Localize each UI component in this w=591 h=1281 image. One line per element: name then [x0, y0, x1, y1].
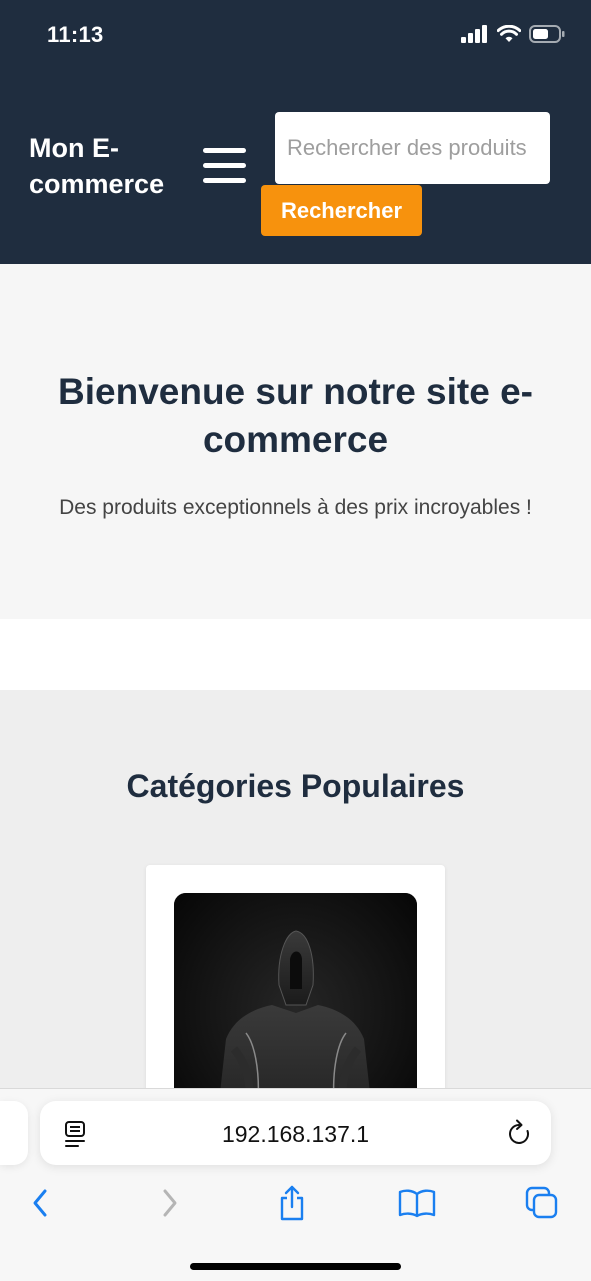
status-time: 11:13	[47, 22, 104, 47]
reload-icon[interactable]	[507, 1119, 531, 1147]
forward-icon[interactable]	[149, 1183, 189, 1223]
tabs-icon[interactable]	[522, 1183, 562, 1223]
search-input[interactable]	[275, 112, 550, 184]
wifi-icon	[497, 25, 521, 42]
hero-section: Bienvenue sur notre site e-commerce Des …	[0, 264, 591, 619]
share-icon[interactable]	[272, 1183, 312, 1223]
hero-title: Bienvenue sur notre site e-commerce	[58, 371, 533, 460]
status-icons	[461, 25, 565, 43]
search-button[interactable]: Rechercher	[261, 185, 422, 236]
url-text[interactable]: 192.168.137.1	[40, 1121, 551, 1148]
bookmarks-icon[interactable]	[397, 1183, 437, 1223]
back-icon[interactable]	[21, 1183, 61, 1223]
hero-subtitle: Des produits exceptionnels à des prix in…	[59, 496, 532, 519]
address-bar[interactable]: 192.168.137.1	[40, 1101, 551, 1165]
cellular-signal-icon	[461, 25, 487, 43]
site-header: 11:13 Mon E-commerce Rechercher	[0, 0, 591, 264]
previous-tab-peek[interactable]	[0, 1101, 28, 1165]
categories-title: Catégories Populaires	[126, 768, 465, 804]
home-indicator	[190, 1263, 401, 1270]
site-logo[interactable]: Mon E-commerce	[29, 130, 199, 202]
menu-icon[interactable]	[203, 148, 247, 184]
battery-icon	[529, 25, 565, 43]
categories-section: Catégories Populaires	[0, 690, 591, 1165]
browser-toolbar: 192.168.137.1	[0, 1088, 591, 1281]
